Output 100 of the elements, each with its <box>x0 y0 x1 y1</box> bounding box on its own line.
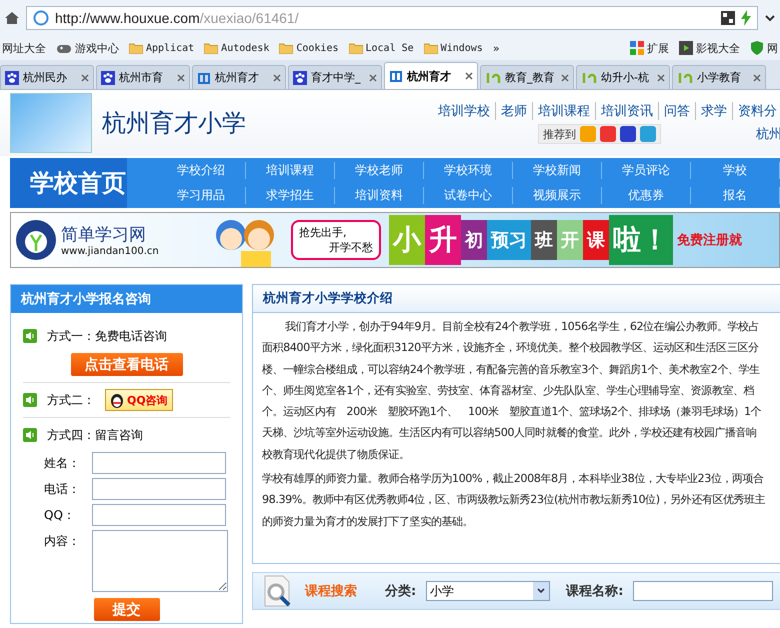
method-label: 方式四：留言咨询 <box>47 426 143 444</box>
paw-icon <box>293 70 307 84</box>
nav-link[interactable]: 学习用品 <box>157 187 246 204</box>
speaker-icon <box>23 428 37 442</box>
nav-link[interactable]: 培训资料 <box>335 187 424 204</box>
nav-link[interactable]: 学员评论 <box>602 162 691 179</box>
field-label: 电话： <box>44 481 81 498</box>
bookmark-link[interactable]: Autodesk <box>204 42 270 54</box>
bookmark-link[interactable]: Windows <box>424 42 483 54</box>
folder-icon <box>279 42 294 54</box>
course-name-field[interactable] <box>633 581 774 601</box>
close-icon[interactable] <box>561 74 569 82</box>
qr-code-icon[interactable] <box>721 11 735 25</box>
nav-link[interactable]: 培训课程 <box>246 162 335 179</box>
banner-tile: 班 <box>531 220 557 260</box>
home-link[interactable]: 学校首页 <box>10 158 127 208</box>
close-icon[interactable] <box>465 72 473 80</box>
speaker-icon <box>23 329 37 343</box>
register-text: 免费注册就 <box>677 232 742 249</box>
input-field[interactable] <box>92 478 226 500</box>
share-icon[interactable] <box>620 126 636 142</box>
field-label: 内容： <box>44 533 81 550</box>
banner-tile: 啦！ <box>609 215 673 265</box>
more-bookmarks-button[interactable]: » <box>492 42 500 54</box>
share-icon[interactable] <box>600 126 616 142</box>
school-name: 杭州育才小学 <box>102 108 247 139</box>
message-field[interactable] <box>92 530 228 592</box>
input-field[interactable] <box>92 504 226 526</box>
logo-icon <box>581 72 597 84</box>
qq-chat-button[interactable]: QQ咨询 <box>105 389 173 411</box>
close-icon[interactable] <box>657 74 665 82</box>
address-field[interactable]: http://www.houxue.com/xuexiao/61461/ <box>26 6 758 30</box>
folder-icon <box>129 42 143 54</box>
nav-link[interactable]: 试卷中心 <box>424 187 513 204</box>
top-link[interactable]: 问答 <box>658 102 695 120</box>
body-text: 楼、一幢综合楼组成，可以容纳24个教学班，有配备完善的音乐教室3个、舞蹈房1个、美术教室2个、学生 <box>262 362 761 378</box>
paw-icon <box>101 70 115 84</box>
top-link[interactable]: 培训学校 <box>433 102 495 120</box>
browser-tab[interactable]: 育才中学_ <box>288 65 382 89</box>
nav-link[interactable]: 优惠券 <box>602 187 691 204</box>
bookmark-link[interactable]: Applicat <box>129 42 194 54</box>
folder-icon <box>424 42 438 54</box>
bookmark-link[interactable]: Cookies <box>279 42 338 54</box>
browser-tab[interactable]: 杭州育才 <box>384 62 478 89</box>
nav-link[interactable]: 求学招生 <box>246 187 335 204</box>
body-text: 天梯、沙坑等室外运动设施。生活区内有可以容纳500人同时就餐的食堂。此外，学校还建有校园广播音响 <box>262 425 758 442</box>
panel-title: 杭州育才小学报名咨询 <box>11 285 242 313</box>
browser-tab[interactable]: 教育_教育 <box>480 65 574 89</box>
bubble-text: 开学不愁 <box>328 240 373 255</box>
body-text: 校教育现代化提供了物质保证。 <box>262 446 411 463</box>
top-link[interactable]: 培训课程 <box>532 102 595 120</box>
toolbar-button[interactable]: 网 <box>750 40 778 56</box>
shield-icon <box>750 41 764 55</box>
nav-link[interactable]: 学校介绍 <box>157 162 246 179</box>
bubble-text: 抢先出手, <box>299 225 348 240</box>
top-link[interactable]: 培训资讯 <box>595 102 658 120</box>
brand-url: www.jiandan100.cn <box>61 246 159 257</box>
nav-link[interactable]: 学校老师 <box>335 162 424 179</box>
body-text: 个、师生阅览室各1个，还有实验室、劳技室、体育器材室、少先队队室、学生心理辅导室、资源教室、档 <box>262 382 755 399</box>
caret-icon <box>537 588 546 594</box>
category-select[interactable]: 小学 <box>426 581 550 601</box>
apps-icon <box>630 41 644 55</box>
browser-tab[interactable]: 幼升小-杭 <box>576 65 670 89</box>
method-label: 方式二： <box>47 392 95 408</box>
method-label: 方式一：免费电话咨询 <box>47 328 167 344</box>
body-text: 我们育才小学，创办于94年9月。目前全校有24个教学班，1056名学生，62位在编公办教师。学校占 <box>284 319 760 335</box>
toolbar-button[interactable]: 扩展 <box>630 40 669 56</box>
book-icon <box>389 69 403 83</box>
banner-tile: 升 <box>425 215 461 265</box>
body-text: 98.39%。教师中有区优秀教师4位，区、市两级教坛新秀23位(杭州市教坛新秀10位)，另外还有区优秀班主 <box>262 492 766 508</box>
top-link[interactable]: 求学 <box>695 102 732 120</box>
nav-link[interactable]: 学校新闻 <box>513 162 602 179</box>
close-icon[interactable] <box>753 74 761 82</box>
book-icon <box>197 70 211 84</box>
bookmark-link[interactable]: 网址大全 <box>2 40 46 56</box>
close-icon[interactable] <box>369 74 377 82</box>
ad-banner[interactable]: 简单学习网 www.jiandan100.cn 抢先出手, 开学不愁 小 升 初 预习 班 开 课 啦！ 免费注册就 <box>10 212 780 268</box>
browser-tab[interactable]: 杭州育才 <box>192 65 286 89</box>
browser-tab[interactable]: 杭州市育 <box>96 65 190 89</box>
toolbar-button[interactable]: 影视大全 <box>679 40 740 56</box>
bookmark-link[interactable]: Local Se <box>348 42 414 54</box>
close-icon[interactable] <box>81 74 89 82</box>
bookmark-link[interactable]: 游戏中心 <box>56 40 119 56</box>
folder-icon <box>204 42 218 54</box>
nav-link[interactable]: 学校环境 <box>424 162 513 179</box>
lightning-icon[interactable] <box>741 10 751 26</box>
body-text: 面积8400平方米，绿化面积3120平方米，设施齐全，环境优美。整个校园教学区、运动区和生活区三区分 <box>262 340 760 356</box>
home-icon[interactable] <box>4 10 20 26</box>
input-field[interactable] <box>92 452 226 474</box>
banner-tile: 预习 <box>487 220 531 260</box>
top-link[interactable]: 老师 <box>495 102 532 120</box>
nav-link[interactable]: 报名 <box>691 187 780 204</box>
browser-tab[interactable]: 小学教育 <box>672 65 766 89</box>
nav-link[interactable]: 学校 <box>691 162 780 179</box>
browser-tab[interactable]: 杭州民办 <box>0 65 94 89</box>
close-icon[interactable] <box>177 74 185 82</box>
close-icon[interactable] <box>273 74 281 82</box>
logo-icon <box>677 72 693 84</box>
nav-link[interactable]: 视频展示 <box>513 187 602 204</box>
top-link[interactable]: 资料分 <box>732 102 780 120</box>
